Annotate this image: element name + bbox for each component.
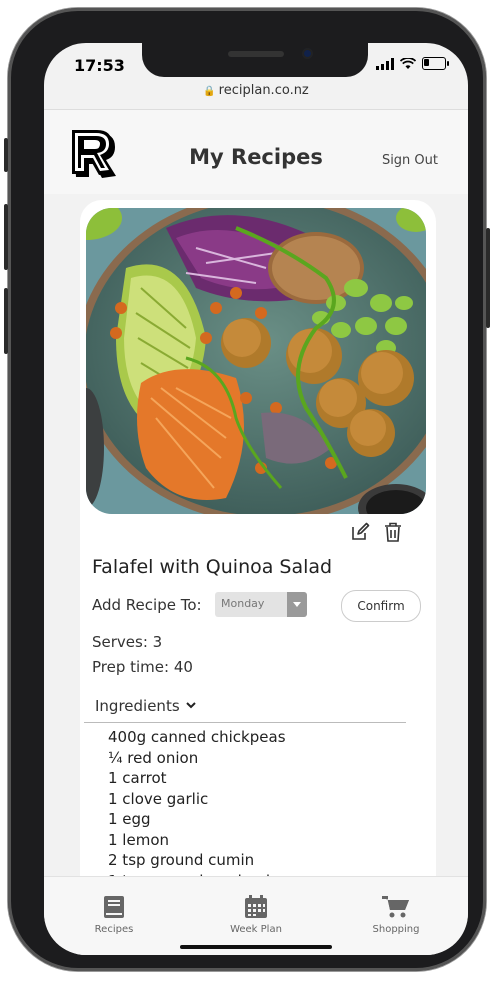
tab-shopping[interactable]: Shopping — [346, 895, 446, 935]
ingredient-item: 400g canned chickpeas — [108, 728, 286, 746]
url-text: reciplan.co.nz — [218, 83, 309, 98]
recipe-card: Falafel with Quinoa Salad Add Recipe To:… — [80, 200, 436, 955]
chevron-down-icon — [185, 702, 196, 709]
ingredient-item: 1 clove garlic — [108, 789, 209, 808]
ingredients-list: 400g canned chickpeas ¼ red onion 1 carr… — [108, 727, 286, 891]
confirm-button[interactable]: Confirm — [341, 590, 421, 622]
notch — [142, 43, 368, 77]
ingredient-item: ¼ red onion — [108, 748, 199, 767]
home-indicator — [180, 945, 332, 949]
address-bar[interactable]: 🔒 reciplan.co.nz — [44, 83, 468, 109]
battery-icon — [422, 57, 449, 70]
serves-text: Serves: 3 — [92, 633, 163, 651]
day-select-value: Monday — [221, 597, 265, 610]
cart-icon — [382, 896, 409, 918]
screen: 17:53 🔒 reciplan.co.nz My Recipes Sign O… — [44, 43, 468, 955]
add-recipe-label: Add Recipe To: — [92, 596, 202, 614]
chevron-down-icon — [287, 592, 307, 617]
recipe-photo — [86, 208, 426, 514]
trash-icon[interactable] — [384, 522, 402, 542]
tab-recipes-label: Recipes — [94, 924, 134, 935]
ingredients-label: Ingredients — [95, 697, 180, 715]
card-actions — [350, 522, 402, 542]
calendar-icon — [245, 895, 267, 918]
wifi-icon — [400, 57, 416, 69]
tab-recipes[interactable]: Recipes — [64, 895, 164, 935]
ingredient-item: 1 egg — [108, 810, 151, 828]
edit-icon[interactable] — [350, 522, 370, 542]
ingredient-item: 1 carrot — [108, 769, 167, 787]
add-recipe-row: Add Recipe To: Monday Confirm — [92, 590, 432, 622]
day-select[interactable]: Monday — [215, 592, 307, 617]
ingredients-toggle[interactable]: Ingredients — [95, 697, 196, 715]
recipe-title: Falafel with Quinoa Salad — [92, 556, 333, 578]
phone-frame: 17:53 🔒 reciplan.co.nz My Recipes Sign O… — [4, 8, 490, 971]
volume-down-button — [4, 288, 8, 354]
ingredient-item: 1 lemon — [108, 830, 170, 849]
power-button — [486, 228, 490, 328]
divider — [84, 722, 406, 723]
book-icon — [104, 896, 124, 918]
app-header: My Recipes Sign Out — [44, 109, 468, 194]
status-time: 17:53 — [74, 56, 125, 75]
status-icons — [376, 57, 449, 70]
volume-up-button — [4, 204, 8, 270]
lock-icon: 🔒 — [203, 86, 216, 97]
tab-shopping-label: Shopping — [372, 924, 420, 935]
tab-bar: Recipes Week Plan Shopping — [44, 876, 468, 955]
sign-out-link[interactable]: Sign Out — [382, 153, 438, 168]
tab-week-plan-label: Week Plan — [230, 924, 282, 935]
tab-week-plan[interactable]: Week Plan — [206, 895, 306, 935]
ingredient-item: 2 tsp ground cumin — [108, 851, 255, 869]
silent-switch — [4, 138, 8, 172]
signal-icon — [376, 57, 394, 70]
prep-time-text: Prep time: 40 — [92, 658, 193, 676]
